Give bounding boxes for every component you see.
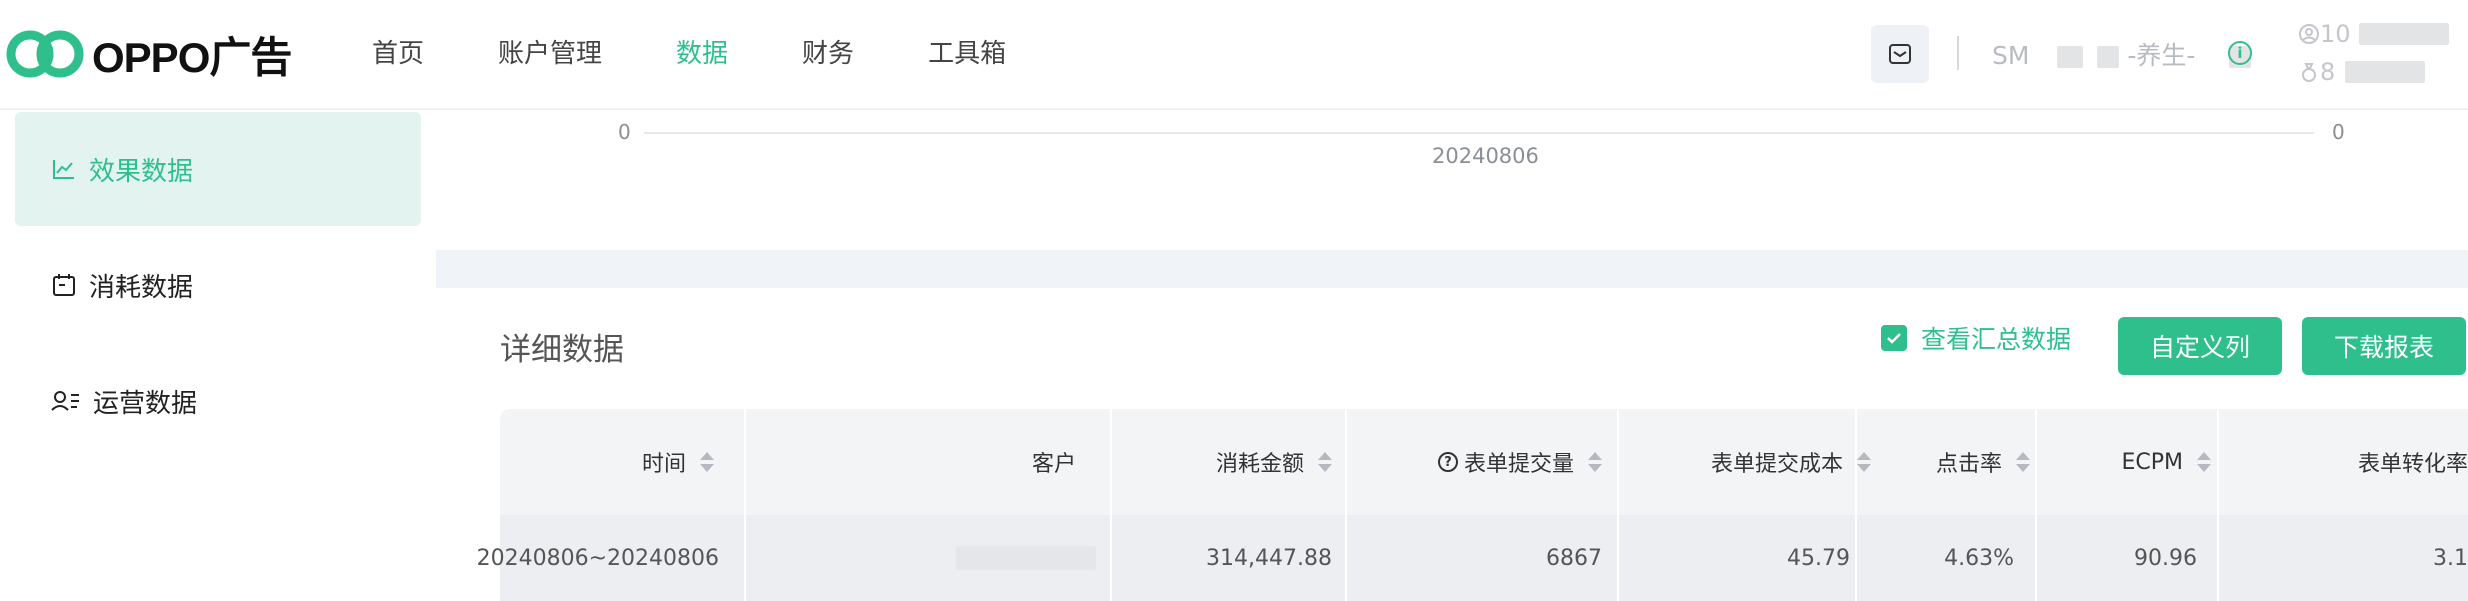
cell-spend: 314,447.88 xyxy=(1206,545,1332,571)
cell-ctr: 4.63% xyxy=(1944,545,2014,571)
column-header-label: 消耗金额 xyxy=(1215,452,1304,477)
cell-form-submissions: 6867 xyxy=(1546,545,1602,571)
column-header-label: 表单提交成本 xyxy=(1710,452,1843,477)
account-name-prefix: SM xyxy=(1992,41,2030,70)
inbox-icon xyxy=(1889,44,1911,64)
oppo-logo-icon xyxy=(6,30,84,78)
column-header-time[interactable]: 时间 xyxy=(500,409,736,515)
cell-form-cost: 45.79 xyxy=(1787,545,1850,571)
money-bag-icon xyxy=(2302,63,2316,82)
cell-form-conversion-rate: 3.1 xyxy=(2433,545,2468,571)
y-axis-left-tick: 0 xyxy=(618,120,631,144)
logo-text: OPPO广告 xyxy=(92,33,292,81)
column-header-ctr[interactable]: 点击率 xyxy=(1857,409,2030,515)
view-summary-checkbox[interactable]: 查看汇总数据 xyxy=(1881,320,2071,356)
header-divider xyxy=(1957,36,1959,70)
sidebar-item-label: 消耗数据 xyxy=(89,272,194,303)
trend-chart: 0 0 20240806 xyxy=(436,110,2468,250)
section-divider xyxy=(436,250,2468,288)
account-balance: 8 xyxy=(2298,58,2426,86)
cell-time: 20240806~20240806 xyxy=(476,545,719,571)
main-nav: 首页 账户管理 数据 财务 工具箱 xyxy=(372,30,1080,78)
column-header-label: 表单转化率 xyxy=(2357,452,2468,477)
table-row[interactable]: 20240806~20240806 314,447.88 6867 45.79 … xyxy=(476,515,2468,601)
sidebar-item-label: 效果数据 xyxy=(89,156,194,187)
custom-columns-button[interactable]: 自定义列 xyxy=(2118,317,2282,375)
oppo-ads-logo[interactable]: OPPO广告 xyxy=(6,24,292,84)
checkbox-checked-icon xyxy=(1881,325,1907,351)
column-header-label: 时间 xyxy=(641,452,686,477)
x-axis-line xyxy=(644,132,2314,134)
column-header-label: 表单提交量 xyxy=(1463,452,1574,477)
redacted-block xyxy=(956,546,1096,570)
sidebar-item-label: 运营数据 xyxy=(93,388,198,419)
question-circle-icon[interactable]: ? xyxy=(1437,452,1458,472)
info-icon[interactable]: i xyxy=(2228,41,2252,65)
column-header-form-submissions[interactable]: ? 表单提交量 xyxy=(1347,409,1602,515)
sidebar-item-operation-data[interactable]: 运营数据 xyxy=(15,344,421,458)
sort-icon[interactable] xyxy=(1318,452,1332,472)
nav-data[interactable]: 数据 xyxy=(676,30,728,78)
top-header: OPPO广告 首页 账户管理 数据 财务 工具箱 SM -养生- i 10 8 xyxy=(0,0,2468,110)
sort-icon[interactable] xyxy=(1588,452,1602,472)
table-header-row: 时间 客户 消耗金额 ? 表单提交量 表单提交成本 点击率 ECPM 表单转化率 xyxy=(500,409,2468,515)
redacted-block xyxy=(2097,46,2120,68)
account-balance-prefix: 8 xyxy=(2320,58,2336,86)
redacted-block xyxy=(2345,61,2426,83)
column-header-spend[interactable]: 消耗金额 xyxy=(1112,409,1332,515)
sort-icon[interactable] xyxy=(700,452,714,472)
redacted-block xyxy=(2358,23,2449,45)
column-header-form-conversion-rate[interactable]: 表单转化率 xyxy=(2219,409,2468,515)
cell-ecpm: 90.96 xyxy=(2134,545,2197,571)
user-circle-icon xyxy=(2299,24,2319,44)
cell-customer xyxy=(746,515,1096,601)
column-header-form-cost[interactable]: 表单提交成本 xyxy=(1619,409,1871,515)
column-header-customer: 客户 xyxy=(746,409,1096,515)
detail-data-title: 详细数据 xyxy=(500,332,624,368)
line-chart-icon xyxy=(53,160,74,179)
message-button[interactable] xyxy=(1871,25,1929,83)
download-report-button[interactable]: 下载报表 xyxy=(2302,317,2466,375)
column-header-ecpm[interactable]: ECPM xyxy=(2037,409,2211,515)
sort-icon[interactable] xyxy=(2016,452,2030,472)
account-name[interactable]: SM -养生- xyxy=(1992,36,2252,72)
view-summary-label: 查看汇总数据 xyxy=(1921,325,2072,354)
nav-finance[interactable]: 财务 xyxy=(802,30,854,78)
sort-icon[interactable] xyxy=(2197,452,2211,472)
column-header-label: 点击率 xyxy=(1935,452,2002,477)
column-header-label: ECPM xyxy=(2121,449,2183,475)
y-axis-right-tick: 0 xyxy=(2332,120,2345,144)
nav-account-management[interactable]: 账户管理 xyxy=(498,30,602,78)
account-id: 10 xyxy=(2298,20,2449,48)
user-list-icon xyxy=(51,391,79,411)
account-name-middle: -养生- xyxy=(2127,41,2196,70)
nav-home[interactable]: 首页 xyxy=(372,30,424,78)
account-id-prefix: 10 xyxy=(2320,20,2351,48)
column-header-label: 客户 xyxy=(1031,452,1076,477)
sidebar-item-consumption-data[interactable]: 消耗数据 xyxy=(15,228,421,342)
redacted-block xyxy=(2057,46,2084,68)
sidebar: 效果数据 消耗数据 运营数据 xyxy=(0,110,436,600)
nav-toolbox[interactable]: 工具箱 xyxy=(928,30,1006,78)
x-axis-tick: 20240806 xyxy=(1432,144,1539,168)
main-content: 0 0 20240806 详细数据 查看汇总数据 自定义列 下载报表 时间 客户… xyxy=(436,110,2468,601)
calendar-icon xyxy=(53,274,75,296)
sidebar-item-performance-data[interactable]: 效果数据 xyxy=(15,112,421,226)
